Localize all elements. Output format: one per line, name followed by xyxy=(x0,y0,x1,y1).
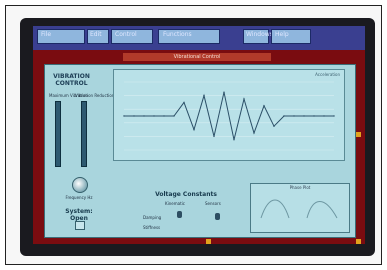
window-title: Vibrational Control xyxy=(173,54,221,60)
menubar: File Edit Control Functions Windows Help xyxy=(33,26,365,50)
coef-label-damping: Damping xyxy=(143,215,162,220)
status-button[interactable] xyxy=(75,221,85,230)
side-tab-bottom[interactable] xyxy=(206,239,211,244)
knob-label: Frequency Hz xyxy=(65,195,93,200)
phase-plot-svg xyxy=(260,199,338,219)
vibration-slider-reduction[interactable] xyxy=(81,101,87,167)
side-tab-bottom-right[interactable] xyxy=(356,239,361,244)
menu-item-control[interactable]: Control xyxy=(111,29,153,44)
menu-item-file[interactable]: File xyxy=(37,29,85,44)
menu-item-windows[interactable]: Windows xyxy=(243,29,273,44)
menu-item-edit[interactable]: Edit xyxy=(87,29,109,44)
mini-label: Phase Plot xyxy=(289,185,311,190)
system-status: System: Open xyxy=(65,208,93,222)
vibration-slider-max[interactable] xyxy=(55,101,61,167)
sensors-knob[interactable] xyxy=(215,213,220,220)
window-title-bar[interactable]: Vibrational Control xyxy=(123,53,271,61)
coef-label-stiffness: Stiffness xyxy=(143,225,161,230)
kinematic-knob[interactable] xyxy=(177,211,182,218)
chart-svg xyxy=(123,81,335,151)
screen: File Edit Control Functions Windows Help… xyxy=(33,26,365,244)
acceleration-chart: Acceleration xyxy=(113,69,345,161)
control-panel: VIBRATION CONTROL Maximum Vibration Vibr… xyxy=(44,64,356,238)
menu-item-functions[interactable]: Functions xyxy=(158,29,220,44)
photo-frame: File Edit Control Functions Windows Help… xyxy=(5,5,382,265)
series-line xyxy=(124,92,334,140)
slider-label-reduction: Vibration Reduction xyxy=(75,93,115,98)
coef-label-sensors: Sensors xyxy=(205,201,221,206)
coefficients-title: Voltage Constants xyxy=(155,191,217,198)
phase-plot-panel: Phase Plot xyxy=(250,183,350,233)
frequency-knob[interactable] xyxy=(72,177,88,193)
side-tab-right[interactable] xyxy=(356,132,361,137)
coef-label-kinematic: Kinematic xyxy=(165,201,185,206)
panel-title: VIBRATION CONTROL xyxy=(53,73,90,87)
menu-item-help[interactable]: Help xyxy=(271,29,311,44)
